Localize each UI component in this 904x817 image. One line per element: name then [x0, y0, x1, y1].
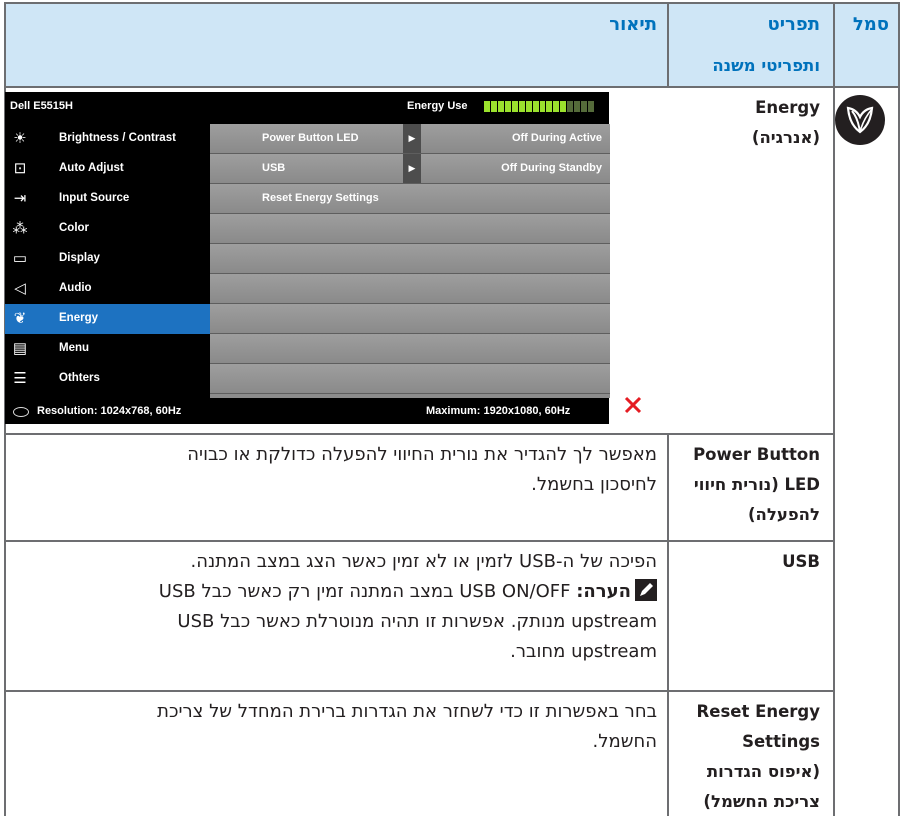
meter-segment: [490, 101, 497, 112]
header-submenu: ותפריטי משנה: [712, 56, 820, 75]
osd-menu-item-label: Input Source: [59, 192, 130, 204]
osd-submenu-row: [210, 214, 610, 244]
meter-segment: [497, 101, 504, 112]
osd-main-menu: ☀ Brightness / Contrast ⊡ Auto Adjust ⇥ Input…: [5, 124, 210, 398]
osd-submenu-row: [210, 244, 610, 274]
header-symbol: סמל: [852, 14, 889, 35]
manual-page: סמל תפריט ותפריטי משנה תיאור Energy (אנר…: [0, 0, 904, 816]
osd-menu-item[interactable]: ☀ Brightness / Contrast: [5, 124, 210, 154]
meter-segment: [581, 101, 588, 112]
meter-segment: [539, 101, 546, 112]
energy-icon: ❦: [13, 310, 27, 327]
note-line-3: upstream מחובר.: [510, 641, 657, 662]
meter-segment: [518, 101, 525, 112]
osd-menu-item-label: Brightness / Contrast: [59, 132, 176, 144]
resolution-icon: [13, 407, 29, 417]
osd-screenshot: Dell E5515H Energy Use ☀ Brightness / Con…: [5, 92, 642, 424]
desc-usb: הפיכה של ה-USB לזמין או לא זמין כאשר הצג…: [14, 547, 657, 667]
meter-segment: [574, 101, 581, 112]
osd-menu-item[interactable]: ❦ Energy: [5, 304, 210, 334]
desc-power-button-led: מאפשר לך להגדיר את נורית החיווי להפעלה כ…: [187, 444, 657, 495]
osd-submenu-row: [210, 334, 610, 364]
energy-leaf-icon: [835, 95, 885, 145]
osd-submenu-value: Off During Standby: [501, 162, 602, 174]
osd-maximum: Maximum: 1920x1080, 60Hz: [426, 405, 571, 417]
pencil-icon: [635, 579, 657, 601]
meter-segment: [511, 101, 518, 112]
note-label: הערה:: [576, 581, 631, 602]
osd-status-bar: Resolution: 1024x768, 60Hz Maximum: 1920…: [5, 398, 609, 424]
osd-menu-item-label: Display: [59, 252, 100, 264]
osd-submenu-label: Reset Energy Settings: [262, 192, 379, 204]
energy-use-meter: [484, 101, 594, 112]
osd-submenu-label: Power Button LED: [262, 132, 359, 144]
osd-menu-item-label: Energy: [59, 312, 98, 324]
osd-submenu: Power Button LED ▶ Off During Active USB ▶ Of…: [210, 124, 610, 398]
meter-segment: [553, 101, 560, 112]
down-icon[interactable]: [622, 334, 644, 356]
feature-usb: USB: [782, 552, 820, 571]
osd-submenu-row: [210, 364, 610, 394]
osd-submenu-row[interactable]: Reset Energy Settings: [210, 184, 610, 214]
up-icon[interactable]: [622, 304, 644, 326]
osd-energy-use-label: Energy Use: [407, 100, 468, 112]
osd-submenu-row: [210, 304, 610, 334]
submenu-arrow-icon: ▶: [403, 154, 421, 183]
submenu-arrow-icon: ▶: [403, 124, 421, 153]
osd-model-name: Dell E5515H: [10, 100, 73, 112]
desc-reset-energy-settings: בחר באפשרות זו כדי לשחזר את הגדרות ברירת…: [157, 701, 657, 752]
feature-power-button-led: Power Button LED (נורית חיווי להפעלה): [693, 445, 820, 524]
meter-segment: [484, 101, 490, 112]
input-source-icon: ⇥: [13, 190, 27, 207]
close-icon[interactable]: [622, 394, 644, 416]
osd-menu-item-label: Menu: [59, 342, 90, 354]
meter-segment: [504, 101, 511, 112]
display-icon: ▭: [12, 250, 28, 267]
feature-reset-energy-settings: Reset Energy Settings (איפוס הגדרות צריכ…: [696, 702, 820, 811]
audio-icon: ◁: [14, 280, 26, 297]
usb-note: הערה: USB ON/OFF במצב המתנה זמין רק כאשר…: [14, 577, 657, 607]
osd-menu-item-label: Auto Adjust: [59, 162, 124, 174]
osd-menu-item[interactable]: ◁ Audio: [5, 274, 210, 304]
osd-submenu-label: USB: [262, 162, 286, 174]
osd-menu-item[interactable]: ▤ Menu: [5, 334, 210, 364]
menu-icon: ▤: [12, 340, 28, 357]
osd-submenu-row: [210, 274, 610, 304]
meter-segment: [546, 101, 553, 112]
header-description: תיאור: [609, 14, 657, 35]
osd-menu-item[interactable]: ▭ Display: [5, 244, 210, 274]
color-icon: ⁂: [12, 220, 28, 237]
right-arrow-icon[interactable]: [622, 364, 644, 386]
others-icon: ☰: [13, 370, 27, 387]
osd-menu-item-label: Othters: [59, 372, 100, 384]
osd-submenu-value: Off During Active: [511, 132, 602, 144]
osd-menu-item[interactable]: ⁂ Color: [5, 214, 210, 244]
note-line-1: USB ON/OFF במצב המתנה זמין רק כאשר כבל U…: [158, 581, 571, 602]
osd-menu-item[interactable]: ⊡ Auto Adjust: [5, 154, 210, 184]
osd-submenu-row[interactable]: Power Button LED ▶ Off During Active: [210, 124, 610, 154]
osd-menu-item-label: Audio: [59, 282, 92, 294]
osd-menu-item[interactable]: ☰ Othters: [5, 364, 210, 394]
osd-submenu-row[interactable]: USB ▶ Off During Standby: [210, 154, 610, 184]
meter-segment: [567, 101, 574, 112]
auto-adjust-icon: ⊡: [13, 160, 27, 177]
osd-menu-item-label: Color: [59, 222, 90, 234]
meter-segment: [588, 101, 594, 112]
osd-menu-item[interactable]: ⇥ Input Source: [5, 184, 210, 214]
osd-title-bar: Dell E5515H Energy Use: [5, 92, 609, 124]
feature-energy: Energy (אנרגיה): [751, 98, 820, 147]
brightness-icon: ☀: [13, 130, 27, 147]
meter-segment: [560, 101, 567, 112]
meter-segment: [532, 101, 539, 112]
osd-resolution: Resolution: 1024x768, 60Hz: [37, 405, 182, 417]
meter-segment: [525, 101, 532, 112]
header-menu: תפריט: [767, 14, 821, 35]
note-line-2: upstream מנותק. אפשרות זו תהיה מנוטרלת כ…: [177, 611, 657, 632]
